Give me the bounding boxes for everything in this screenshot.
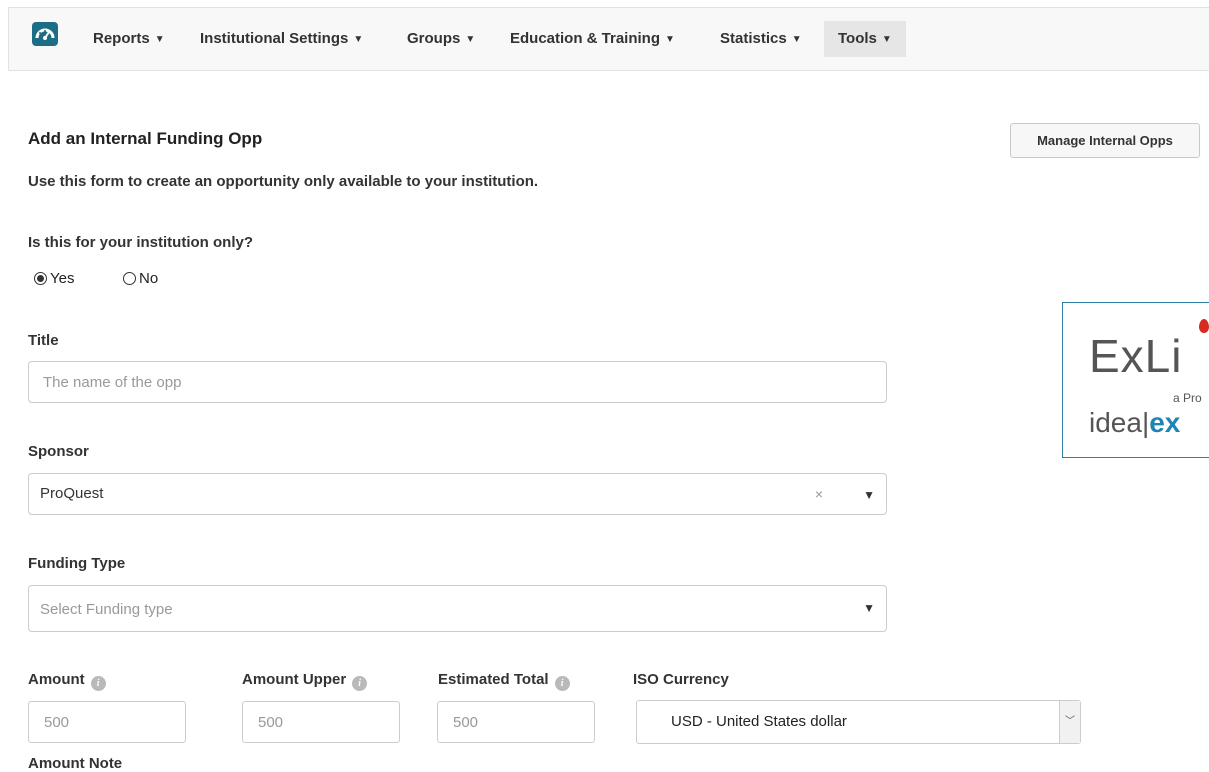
- nav-statistics-label: Statistics: [720, 30, 787, 47]
- nav-groups[interactable]: Groups ▼: [407, 21, 475, 57]
- caret-down-icon: ▼: [154, 34, 165, 45]
- ad-tagline: idea|ex: [1089, 407, 1180, 439]
- nav-tools-label: Tools: [838, 30, 877, 47]
- institution-only-question: Is this for your institution only?: [28, 234, 253, 251]
- exlibris-ad-banner[interactable]: ExLi a Pro idea|ex: [1062, 302, 1209, 458]
- manage-internal-opps-button[interactable]: Manage Internal Opps: [1010, 123, 1200, 158]
- iso-currency-select[interactable]: USD - United States dollar ﹀: [636, 700, 1081, 744]
- nav-tools[interactable]: Tools ▼: [824, 21, 906, 57]
- sponsor-value: ProQuest: [40, 485, 104, 502]
- funding-type-label: Funding Type: [28, 555, 126, 572]
- radio-yes-label: Yes: [50, 269, 75, 287]
- info-icon[interactable]: i: [554, 676, 570, 691]
- caret-down-icon: ▼: [353, 34, 364, 45]
- iso-currency-label: ISO Currency: [633, 671, 729, 688]
- nav-institutional-settings[interactable]: Institutional Settings ▼: [200, 21, 363, 57]
- clear-icon[interactable]: ×: [815, 486, 823, 502]
- funding-type-placeholder: Select Funding type: [40, 601, 173, 618]
- nav-institutional-settings-label: Institutional Settings: [200, 30, 349, 47]
- amount-upper-label: Amount Upper i: [242, 671, 368, 691]
- dashboard-gauge-icon[interactable]: [32, 22, 58, 46]
- chevron-down-icon[interactable]: ﹀: [1059, 701, 1080, 743]
- caret-down-icon: ▼: [881, 34, 892, 45]
- radio-no[interactable]: No: [123, 268, 158, 288]
- estimated-total-input[interactable]: [437, 701, 595, 743]
- nav-reports[interactable]: Reports ▼: [93, 21, 165, 57]
- radio-no-indicator[interactable]: [123, 271, 136, 285]
- iso-currency-value: USD - United States dollar: [671, 713, 847, 730]
- ad-sub-text: a Pro: [1173, 391, 1202, 405]
- dropdown-arrow-icon[interactable]: ▼: [863, 601, 875, 615]
- dropdown-arrow-icon[interactable]: ▼: [863, 488, 875, 502]
- nav-education-training[interactable]: Education & Training ▼: [510, 21, 675, 57]
- caret-down-icon: ▼: [791, 34, 802, 45]
- nav-statistics[interactable]: Statistics ▼: [720, 21, 802, 57]
- nav-reports-label: Reports: [93, 30, 150, 47]
- ad-tagline-accent: ex: [1149, 407, 1181, 438]
- page-title: Add an Internal Funding Opp: [28, 129, 263, 148]
- title-label: Title: [28, 332, 59, 349]
- nav-education-training-label: Education & Training: [510, 30, 661, 47]
- estimated-total-label: Estimated Total i: [438, 671, 570, 691]
- caret-down-icon: ▼: [465, 34, 476, 45]
- ad-tagline-plain: idea|: [1089, 407, 1150, 438]
- radio-no-label: No: [139, 269, 159, 287]
- nav-groups-label: Groups: [407, 30, 461, 47]
- amount-upper-input[interactable]: [242, 701, 400, 743]
- top-navbar: Reports ▼ Institutional Settings ▼ Groups ▼…: [8, 7, 1209, 71]
- amount-label: Amount i: [28, 671, 106, 691]
- amount-input[interactable]: [28, 701, 186, 743]
- title-input[interactable]: [28, 361, 887, 403]
- ad-brand-text: ExLi: [1089, 330, 1183, 382]
- caret-down-icon: ▼: [665, 34, 675, 45]
- page-intro: Use this form to create an opportunity o…: [28, 173, 539, 190]
- amount-upper-label-text: Amount Upper: [242, 671, 347, 688]
- funding-type-select[interactable]: Select Funding type ▼: [28, 585, 887, 632]
- radio-yes-indicator[interactable]: [34, 271, 47, 285]
- radio-yes[interactable]: Yes: [34, 268, 74, 288]
- amount-note-label: Amount Note: [28, 755, 123, 772]
- info-icon[interactable]: i: [90, 676, 106, 691]
- amount-label-text: Amount: [28, 671, 85, 688]
- estimated-total-label-text: Estimated Total: [438, 671, 549, 688]
- sponsor-select[interactable]: ProQuest × ▼: [28, 473, 887, 515]
- logo-drop-icon: [1199, 319, 1209, 333]
- info-icon[interactable]: i: [352, 676, 368, 691]
- sponsor-label: Sponsor: [28, 443, 89, 460]
